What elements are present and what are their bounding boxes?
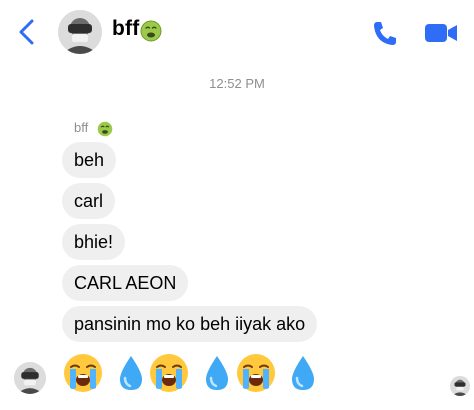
message-bubble[interactable]: pansinin mo ko beh iiyak ako <box>62 306 318 342</box>
chat-header: bff <box>0 0 474 62</box>
loudly-crying-face-icon <box>235 352 277 394</box>
sender-name: bff <box>74 120 89 135</box>
nauseated-face-icon <box>140 20 162 42</box>
message-bubble[interactable]: carl <box>62 183 116 219</box>
back-chevron-icon[interactable] <box>16 18 38 46</box>
phone-icon[interactable] <box>371 20 399 46</box>
message-bubble[interactable]: CARL AEON <box>62 265 189 301</box>
message-bubble[interactable]: bhie! <box>62 224 126 260</box>
droplet-icon <box>282 352 324 394</box>
contact-avatar[interactable] <box>58 10 102 54</box>
loudly-crying-face-icon <box>148 352 190 394</box>
droplet-icon <box>196 352 238 394</box>
contact-name[interactable]: bff <box>112 17 139 41</box>
message-timestamp: 12:52 PM <box>209 76 265 91</box>
nauseated-face-icon <box>97 121 113 137</box>
video-camera-icon[interactable] <box>424 22 458 44</box>
message-bubble[interactable]: beh <box>62 142 117 178</box>
read-receipt-avatar <box>450 376 470 396</box>
droplet-icon <box>110 352 152 394</box>
sender-avatar[interactable] <box>14 362 46 394</box>
loudly-crying-face-icon <box>62 352 104 394</box>
